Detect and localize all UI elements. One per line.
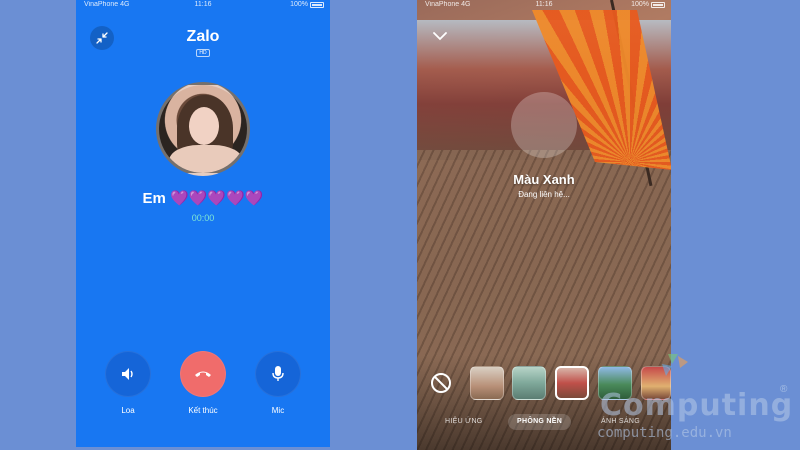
battery-icon [310, 1, 324, 8]
caller-avatar [156, 82, 250, 176]
hang-up-icon [195, 371, 211, 377]
watermark-brand: Computing [600, 388, 794, 423]
mic-control[interactable]: Mic [254, 351, 302, 415]
background-thumbnail-hallway[interactable] [512, 366, 546, 400]
status-bar: VinaPhone 4G 11:16 100% [417, 0, 671, 12]
no-effect-icon [431, 373, 451, 393]
background-thumbnail-amusement-park[interactable] [555, 366, 589, 400]
caller-avatar-placeholder [511, 92, 577, 158]
mic-label: Mic [271, 406, 285, 415]
call-timer: 00:00 [191, 213, 215, 223]
speaker-button[interactable] [105, 351, 151, 397]
chevron-down-icon [433, 32, 447, 41]
watermark-logo-icon [662, 354, 688, 376]
battery-label: 100% [631, 1, 649, 8]
battery-label: 100% [290, 1, 308, 8]
tab-effects[interactable]: HIỆU ỨNG [445, 414, 483, 430]
zalo-call-screen: VinaPhone 4G 11:16 100% Zalo HD Em 💜💜💜💜💜… [76, 0, 330, 447]
end-call-button[interactable] [180, 351, 226, 397]
zalo-background-picker-screen: VinaPhone 4G 11:16 100% Màu Xanh Đang li… [417, 0, 671, 450]
status-bar: VinaPhone 4G 11:16 100% [76, 0, 330, 12]
speaker-icon [122, 368, 133, 380]
battery-indicator: 100% [290, 1, 324, 8]
app-title: Zalo [186, 28, 220, 45]
watermark-registered: ® [780, 384, 788, 395]
mic-button[interactable] [255, 351, 301, 397]
caller-name: Em 💜💜💜💜💜 [142, 190, 264, 207]
battery-indicator: 100% [631, 1, 665, 8]
end-call-control[interactable]: Kết thúc [179, 351, 227, 415]
watermark-url: computing.edu.vn [597, 425, 732, 441]
caller-name: Màu Xanh [513, 172, 575, 187]
call-status: Đang liên hệ... [518, 190, 570, 199]
speaker-label: Loa [121, 406, 135, 415]
collapse-button[interactable] [433, 28, 447, 46]
hd-badge: HD [196, 49, 210, 57]
tab-background[interactable]: PHÔNG NỀN [508, 414, 572, 430]
end-call-label: Kết thúc [188, 406, 218, 415]
speaker-control[interactable]: Loa [104, 351, 152, 415]
background-thumbnail-room[interactable] [470, 366, 504, 400]
microphone-icon [272, 366, 284, 381]
no-background-button[interactable] [430, 372, 452, 399]
battery-icon [651, 1, 665, 8]
